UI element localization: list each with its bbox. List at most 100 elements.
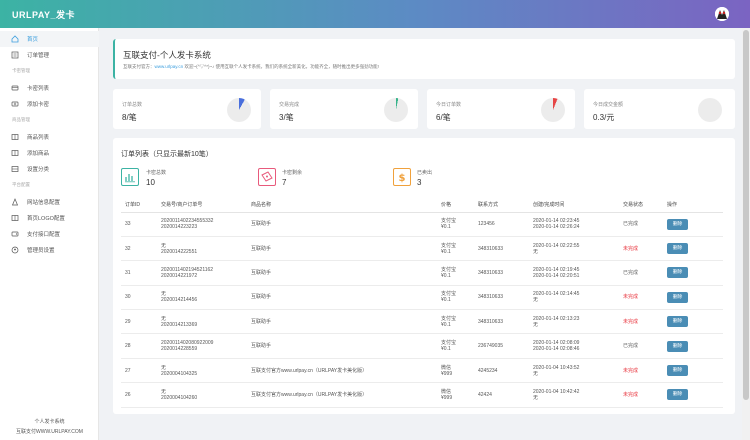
delete-button[interactable]: 删除	[667, 218, 688, 230]
sidebar-item-add-product[interactable]: 添加商品	[0, 145, 99, 161]
sidebar-item-logo-config[interactable]: 首页LOGO配置	[0, 210, 99, 226]
status-badge: 未完成	[619, 236, 663, 262]
delete-button[interactable]: 删除	[667, 389, 688, 401]
home-icon	[11, 35, 19, 43]
order-time: 2020-01-14 02:23:45 2020-01-14 02:26:24	[529, 212, 619, 237]
delete-button[interactable]: 删除	[667, 291, 688, 303]
merchant-order-no: 2020014228559	[161, 346, 198, 353]
table-row: 26 无 2020004104260 互联支付官方www.urlpay.cn（URLP…	[121, 382, 723, 408]
sidebar-item-home[interactable]: 首页	[0, 31, 99, 47]
stat-label: 今日成交金额	[593, 102, 624, 108]
sidebar-item-site-config[interactable]: 网站信息配置	[0, 194, 99, 210]
contact: 348310633	[474, 236, 529, 262]
contact: 123456	[474, 212, 529, 237]
status-badge: 已完成	[619, 260, 663, 286]
sidebar-item-label: 订单管理	[27, 53, 50, 59]
action-cell: 删除	[663, 212, 723, 237]
orders-title: 订单列表（只显示最新10笔）	[121, 151, 213, 158]
sidebar: 首页 订单管理 卡密管理 卡密列表 添加卡密 商品管理 商品列表 添加商品 设置…	[0, 28, 99, 440]
stat-card-today-amount: 今日成交金额 0.3/元	[584, 89, 735, 129]
column-header: 创建/完成时间	[529, 198, 619, 213]
action-cell: 删除	[663, 260, 723, 286]
column-header: 订单ID	[121, 198, 157, 213]
order-id: 31	[121, 260, 157, 286]
stat-pie	[541, 98, 565, 122]
action-cell: 删除	[663, 285, 723, 311]
avatar[interactable]	[715, 7, 729, 21]
product-list-icon	[11, 134, 19, 140]
trade-number: 2020011402234555332 2020014223223	[157, 212, 247, 237]
dollar-icon: $	[393, 168, 411, 186]
order-id: 32	[121, 236, 157, 262]
price-amount: ¥0.1	[441, 272, 451, 279]
delete-button[interactable]: 删除	[667, 365, 688, 377]
sidebar-item-product-list[interactable]: 商品列表	[0, 129, 99, 145]
official-link[interactable]: www.urlpay.cn	[155, 64, 184, 69]
order-id: 30	[121, 285, 157, 311]
completed-time: 无	[533, 321, 539, 328]
order-time: 2020-01-04 10:43:52 无	[529, 358, 619, 384]
contact: 4245234	[474, 358, 529, 384]
status-badge: 未完成	[619, 382, 663, 408]
column-header: 交易号/商户订单号	[157, 198, 247, 213]
product-name: 互联助手	[247, 285, 437, 311]
trade-number: 2020011402194521162 2020014221972	[157, 260, 247, 286]
price-amount: ¥0.1	[441, 224, 451, 231]
product-name: 互联助手	[247, 333, 437, 359]
price-amount: ¥0.1	[441, 297, 451, 304]
delete-button[interactable]: 删除	[667, 316, 688, 328]
site-config-icon	[11, 198, 19, 206]
sidebar-item-category[interactable]: 设置分类	[0, 161, 99, 177]
price-amount: ¥999	[441, 394, 453, 401]
brand-title: URLPAY_发卡	[12, 10, 76, 20]
order-id: 26	[121, 382, 157, 408]
contact: 348310633	[474, 285, 529, 311]
contact: 348310633	[474, 309, 529, 335]
merchant-order-no: 2020014213369	[161, 321, 198, 328]
completed-time: 2020-01-14 02:20:51	[533, 272, 580, 279]
price: 支付宝 ¥0.1	[437, 236, 474, 262]
orders-table: 订单ID 交易号/商户订单号 商品名称 价格 联系方式 创建/完成时间 交易状态…	[121, 198, 723, 408]
delete-button[interactable]: 删除	[667, 340, 688, 352]
stat-pie	[227, 98, 251, 122]
completed-time: 2020-01-14 02:26:24	[533, 224, 580, 231]
column-header: 操作	[663, 198, 723, 213]
trade-number: 无 2020004104260	[157, 382, 247, 408]
table-row: 29 无 2020014213369 互联助手 支付宝 ¥0.1 348310633 2020…	[121, 309, 723, 335]
stat-pie	[384, 98, 408, 122]
completed-time: 无	[533, 394, 539, 401]
sidebar-item-label: 卡密列表	[27, 86, 50, 92]
contact: 348310633	[474, 260, 529, 286]
stat-card-completed: 交易完成 3/笔	[270, 89, 418, 129]
stat-value: 6/笔	[436, 113, 451, 122]
add-product-icon	[11, 150, 19, 156]
sidebar-item-add-card[interactable]: 添加卡密	[0, 96, 99, 112]
orders-card: 订单列表（只显示最新10笔） 卡密总数 10 卡密剩余 7 $ 已卖出 3 订单…	[113, 138, 735, 414]
price: 微信 ¥999	[437, 358, 474, 384]
order-icon	[11, 51, 19, 59]
sidebar-item-card-list[interactable]: 卡密列表	[0, 80, 99, 96]
sidebar-item-label: 管理员设置	[27, 248, 55, 254]
table-header-row: 订单ID 交易号/商户订单号 商品名称 价格 联系方式 创建/完成时间 交易状态…	[121, 198, 723, 213]
delete-button[interactable]: 删除	[667, 243, 688, 255]
completed-time: 无	[533, 248, 539, 255]
stat-card-today-orders: 今日订单数 6/笔	[427, 89, 575, 129]
price: 支付宝 ¥0.1	[437, 212, 474, 237]
column-header: 商品名称	[247, 198, 437, 213]
sidebar-item-admin[interactable]: 管理员设置	[0, 242, 99, 258]
sidebar-item-orders[interactable]: 订单管理	[0, 47, 99, 63]
status-badge: 未完成	[619, 309, 663, 335]
scrollbar-thumb[interactable]	[743, 30, 749, 400]
category-icon	[11, 166, 19, 172]
product-name: 互联助手	[247, 236, 437, 262]
group-label-products: 商品管理	[12, 117, 30, 122]
action-cell: 删除	[663, 309, 723, 335]
merchant-order-no: 2020004104260	[161, 394, 198, 401]
status-badge: 未完成	[619, 285, 663, 311]
delete-button[interactable]: 删除	[667, 267, 688, 279]
admin-icon	[11, 246, 19, 254]
sidebar-item-payment-config[interactable]: 支付接口配置	[0, 226, 99, 242]
column-header: 联系方式	[474, 198, 529, 213]
column-header: 交易状态	[619, 198, 663, 213]
stat-value: 8/笔	[122, 113, 137, 122]
